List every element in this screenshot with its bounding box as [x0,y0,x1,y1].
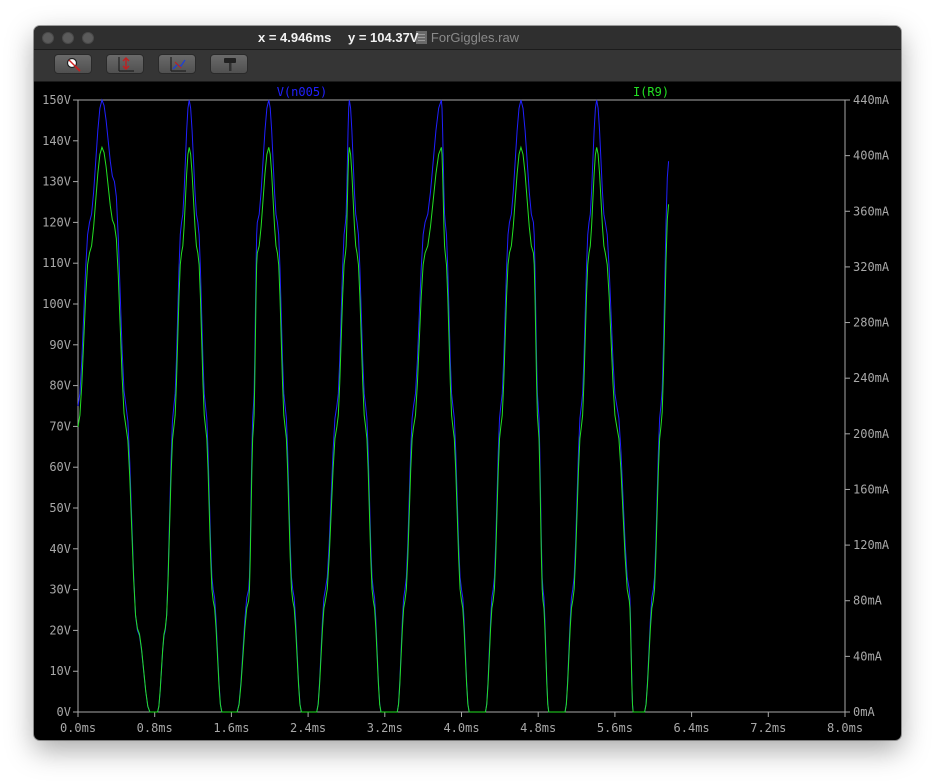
x-tick-label: 0.8ms [137,721,173,735]
y-right-tick-label: 320mA [853,260,890,274]
x-tick-label: 4.0ms [443,721,479,735]
x-tick-label: 4.8ms [520,721,556,735]
y-right-tick-label: 0mA [853,705,875,719]
y-right-tick-label: 280mA [853,316,890,330]
y-left-tick-label: 0V [57,705,71,719]
y-left-tick-label: 50V [49,501,71,515]
y-left-tick-label: 10V [49,664,71,678]
y-left-tick-label: 130V [42,175,71,189]
y-right-tick-label: 200mA [853,427,890,441]
y-left-tick-label: 40V [49,542,71,556]
cursor-y-readout: y = 104.37V [348,30,419,45]
y-right-tick-label: 440mA [853,93,890,107]
y-left-tick-label: 150V [42,93,71,107]
y-left-tick-label: 90V [49,338,71,352]
y-right-tick-label: 160mA [853,482,890,496]
legend-v-n005[interactable]: V(n005) [277,85,328,99]
x-tick-label: 2.4ms [290,721,326,735]
y-right-tick-label: 360mA [853,204,890,218]
x-tick-label: 3.2ms [367,721,403,735]
y-left-tick-label: 70V [49,419,71,433]
y-left-tick-label: 60V [49,460,71,474]
x-tick-label: 6.4ms [674,721,710,735]
series-line-i-r9 [77,145,670,713]
y-right-tick-label: 80mA [853,594,883,608]
y-left-tick-label: 100V [42,297,71,311]
y-right-tick-label: 240mA [853,371,890,385]
y-right-tick-label: 120mA [853,538,890,552]
legend-i-r9[interactable]: I(R9) [633,85,669,99]
x-tick-label: 7.2ms [750,721,786,735]
x-tick-label: 1.6ms [213,721,249,735]
y-left-tick-label: 110V [42,256,71,270]
y-left-tick-label: 120V [42,215,71,229]
x-tick-label: 5.6ms [597,721,633,735]
y-right-tick-label: 400mA [853,149,890,163]
plot-area[interactable]: 0.0ms 0.8ms 1.6ms 2.4ms 3.2ms 4.0ms 4.8ms 5.6ms… [34,26,901,740]
waveform-window: ForGiggles.raw 0.0ms 0.8ms 1.6ms 2.4ms 3… [34,26,901,740]
y-left-tick-label: 140V [42,134,71,148]
y-right-tick-label: 40mA [853,649,883,663]
x-tick-label: 8.0ms [827,721,863,735]
x-tick-label: 0.0ms [60,721,96,735]
y-left-tick-label: 80V [49,379,71,393]
y-left-tick-label: 20V [49,623,71,637]
y-left-tick-label: 30V [49,583,71,597]
cursor-x-readout: x = 4.946ms [258,30,332,45]
